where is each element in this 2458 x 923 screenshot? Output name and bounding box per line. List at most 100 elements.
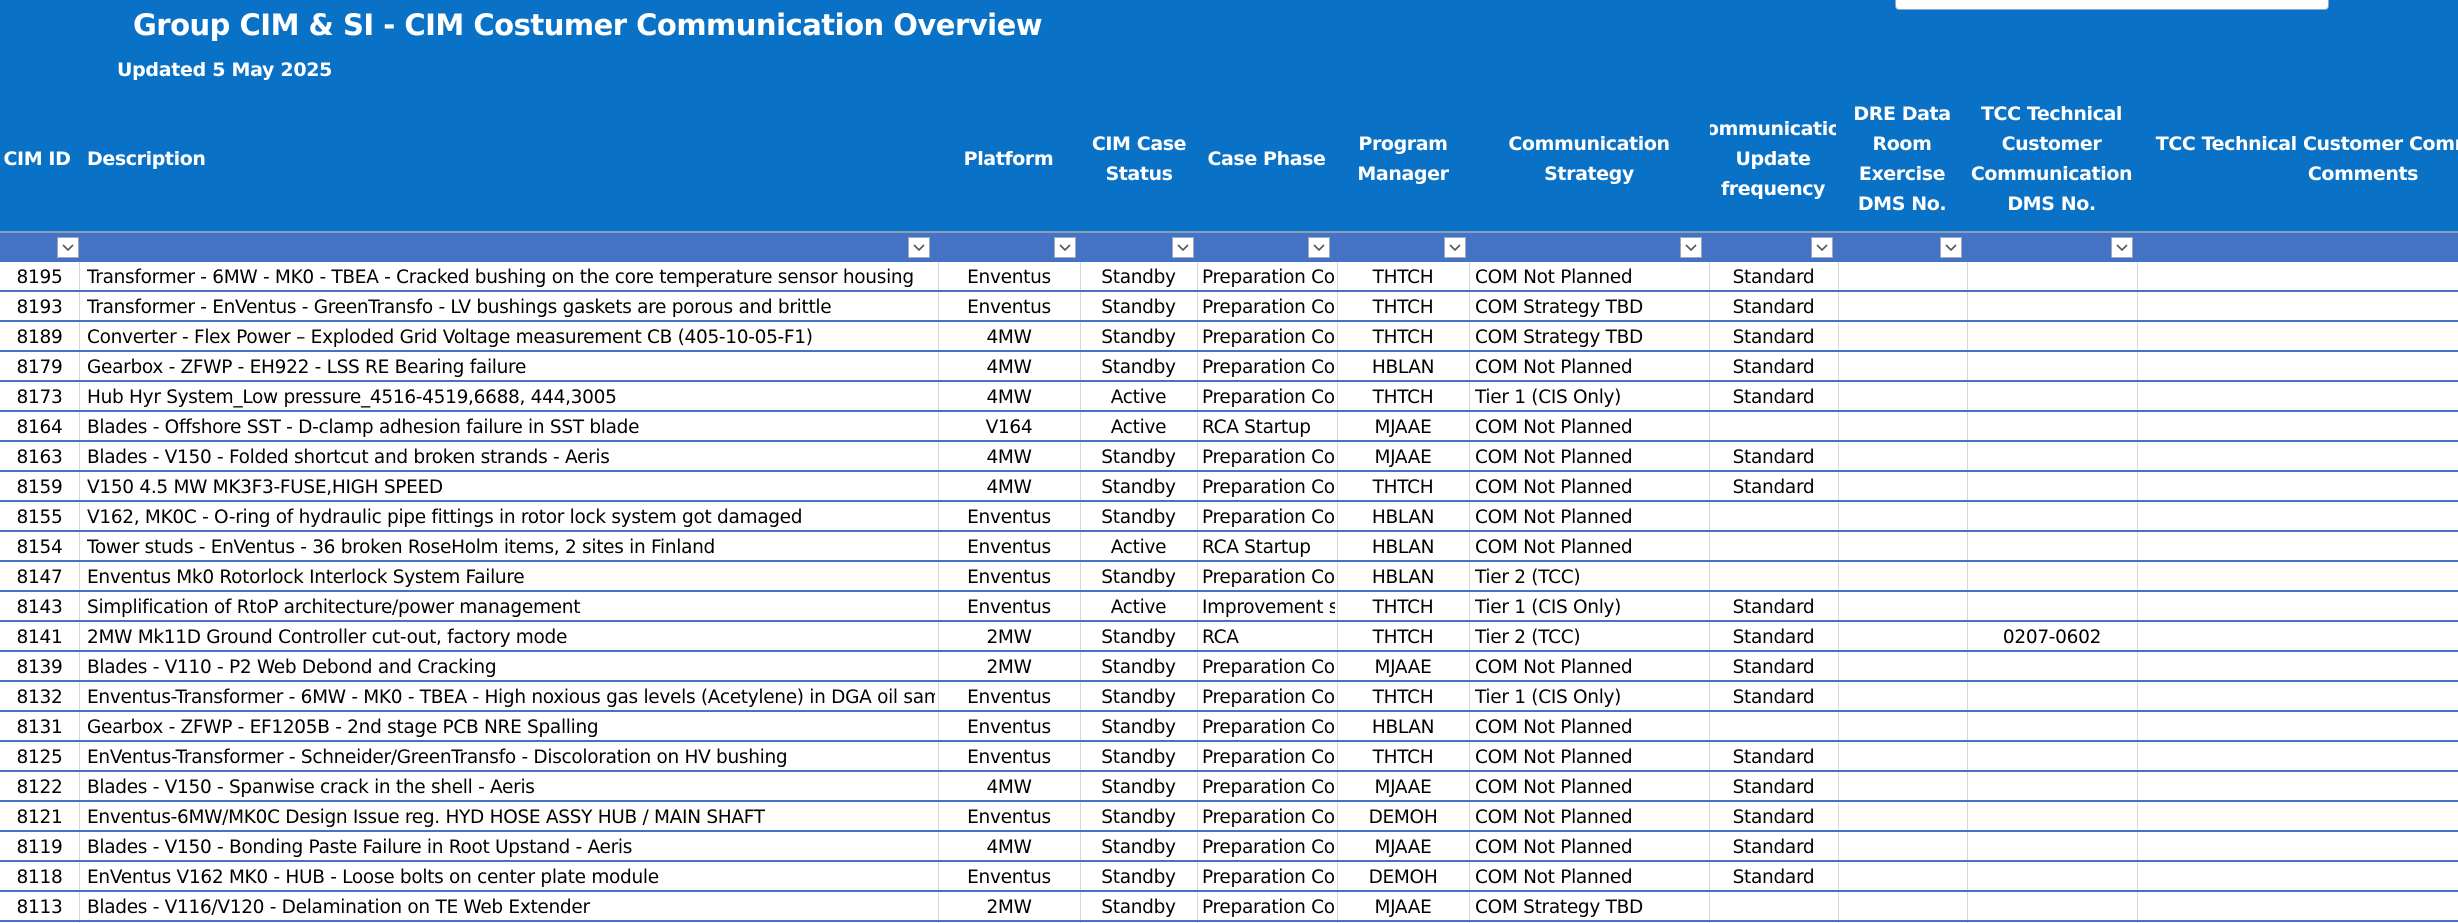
cell-status[interactable]: Standby <box>1081 472 1196 500</box>
filter-dropdown-program-manager[interactable] <box>1444 237 1466 258</box>
cell-case-phase[interactable]: Preparation Co <box>1202 382 1335 410</box>
cell-tcc-dms-no[interactable]: 0207-0602 <box>1968 622 2136 650</box>
cell-program-manager[interactable]: MJAAE <box>1338 892 1468 920</box>
cell-update-frequency[interactable] <box>1710 412 1837 440</box>
column-header-platform[interactable]: Platform <box>946 86 1071 231</box>
cell-tcc-dms-no[interactable] <box>1968 742 2136 770</box>
cell-case-phase[interactable]: Preparation Co <box>1202 832 1335 860</box>
cell-status[interactable]: Active <box>1081 382 1196 410</box>
cell-description[interactable]: Tower studs - EnVentus - 36 broken RoseH… <box>87 532 935 560</box>
cell-tcc-comments[interactable] <box>2140 652 2458 680</box>
table-row[interactable]: 8164 Blades - Offshore SST - D-clamp adhe… <box>0 412 2458 442</box>
cell-program-manager[interactable]: MJAAE <box>1338 772 1468 800</box>
cell-case-phase[interactable]: Preparation Co <box>1202 262 1335 290</box>
cell-tcc-dms-no[interactable] <box>1968 532 2136 560</box>
cell-program-manager[interactable]: DEMOH <box>1338 802 1468 830</box>
cell-update-frequency[interactable] <box>1710 712 1837 740</box>
cell-communication-strategy[interactable]: Tier 1 (CIS Only) <box>1475 382 1707 410</box>
column-header-case-phase[interactable]: Case Phase <box>1199 86 1334 231</box>
cell-tcc-dms-no[interactable] <box>1968 682 2136 710</box>
cell-platform[interactable]: Enventus <box>940 682 1078 710</box>
cell-status[interactable]: Standby <box>1081 772 1196 800</box>
cell-platform[interactable]: 2MW <box>940 622 1078 650</box>
cell-description[interactable]: Blades - V110 - P2 Web Debond and Cracki… <box>87 652 935 680</box>
cell-platform[interactable]: Enventus <box>940 532 1078 560</box>
cell-dre-dms-no[interactable] <box>1839 472 1966 500</box>
cell-platform[interactable]: 4MW <box>940 322 1078 350</box>
cell-tcc-dms-no[interactable] <box>1968 652 2136 680</box>
cell-dre-dms-no[interactable] <box>1839 442 1966 470</box>
cell-case-phase[interactable]: Preparation Co <box>1202 682 1335 710</box>
filter-dropdown-frequency[interactable] <box>1811 237 1833 258</box>
cell-program-manager[interactable]: HBLAN <box>1338 502 1468 530</box>
table-row[interactable]: 8163 Blades - V150 - Folded shortcut and … <box>0 442 2458 472</box>
cell-program-manager[interactable]: HBLAN <box>1338 562 1468 590</box>
cell-status[interactable]: Standby <box>1081 832 1196 860</box>
table-row[interactable]: 8125 EnVentus-Transformer - Schneider/Gre… <box>0 742 2458 772</box>
cell-tcc-comments[interactable] <box>2140 802 2458 830</box>
cell-update-frequency[interactable]: Standard <box>1710 802 1837 830</box>
cell-tcc-comments[interactable] <box>2140 412 2458 440</box>
cell-case-phase[interactable]: Preparation Co <box>1202 802 1335 830</box>
cell-case-phase[interactable]: RCA <box>1202 622 1335 650</box>
cell-update-frequency[interactable]: Standard <box>1710 592 1837 620</box>
cell-update-frequency[interactable]: Standard <box>1710 622 1837 650</box>
cell-description[interactable]: 2MW Mk11D Ground Controller cut-out, fac… <box>87 622 935 650</box>
cell-update-frequency[interactable]: Standard <box>1710 772 1837 800</box>
cell-description[interactable]: Enventus-Transformer - 6MW - MK0 - TBEA … <box>87 682 935 710</box>
table-row[interactable]: 8143 Simplification of RtoP architecture/… <box>0 592 2458 622</box>
cell-dre-dms-no[interactable] <box>1839 652 1966 680</box>
cell-update-frequency[interactable]: Standard <box>1710 382 1837 410</box>
cell-cim-id[interactable]: 8132 <box>0 682 79 710</box>
cell-dre-dms-no[interactable] <box>1839 862 1966 890</box>
cell-status[interactable]: Standby <box>1081 862 1196 890</box>
cell-dre-dms-no[interactable] <box>1839 412 1966 440</box>
cell-platform[interactable]: Enventus <box>940 592 1078 620</box>
cell-dre-dms-no[interactable] <box>1839 622 1966 650</box>
cell-case-phase[interactable]: Preparation Co <box>1202 352 1335 380</box>
table-row[interactable]: 8193 Transformer - EnVentus - GreenTransf… <box>0 292 2458 322</box>
column-header-program-manager[interactable]: Program Manager <box>1340 86 1466 231</box>
cell-dre-dms-no[interactable] <box>1839 382 1966 410</box>
cell-dre-dms-no[interactable] <box>1839 742 1966 770</box>
cell-tcc-comments[interactable] <box>2140 682 2458 710</box>
cell-program-manager[interactable]: MJAAE <box>1338 412 1468 440</box>
cell-case-phase[interactable]: Preparation Co <box>1202 712 1335 740</box>
cell-dre-dms-no[interactable] <box>1839 892 1966 920</box>
cell-platform[interactable]: 2MW <box>940 652 1078 680</box>
cell-tcc-comments[interactable] <box>2140 502 2458 530</box>
cell-cim-id[interactable]: 8193 <box>0 292 79 320</box>
cell-case-phase[interactable]: Preparation Co <box>1202 472 1335 500</box>
cell-status[interactable]: Standby <box>1081 262 1196 290</box>
cell-description[interactable]: Blades - Offshore SST - D-clamp adhesion… <box>87 412 935 440</box>
cell-description[interactable]: Transformer - EnVentus - GreenTransfo - … <box>87 292 935 320</box>
table-row[interactable]: 8122 Blades - V150 - Spanwise crack in th… <box>0 772 2458 802</box>
cell-status[interactable]: Active <box>1081 592 1196 620</box>
cell-description[interactable]: V150 4.5 MW MK3F3-FUSE,HIGH SPEED <box>87 472 935 500</box>
cell-update-frequency[interactable]: Standard <box>1710 322 1837 350</box>
cell-communication-strategy[interactable]: COM Not Planned <box>1475 832 1707 860</box>
cell-status[interactable]: Standby <box>1081 322 1196 350</box>
cell-program-manager[interactable]: HBLAN <box>1338 532 1468 560</box>
cell-tcc-dms-no[interactable] <box>1968 412 2136 440</box>
cell-description[interactable]: EnVentus V162 MK0 - HUB - Loose bolts on… <box>87 862 935 890</box>
cell-update-frequency[interactable]: Standard <box>1710 472 1837 500</box>
cell-tcc-comments[interactable] <box>2140 622 2458 650</box>
cell-tcc-comments[interactable] <box>2140 292 2458 320</box>
cell-status[interactable]: Active <box>1081 532 1196 560</box>
cell-communication-strategy[interactable]: Tier 1 (CIS Only) <box>1475 592 1707 620</box>
cell-dre-dms-no[interactable] <box>1839 352 1966 380</box>
cell-program-manager[interactable]: THTCH <box>1338 742 1468 770</box>
cell-cim-id[interactable]: 8154 <box>0 532 79 560</box>
cell-update-frequency[interactable] <box>1710 532 1837 560</box>
cell-cim-id[interactable]: 8121 <box>0 802 79 830</box>
cell-communication-strategy[interactable]: COM Not Planned <box>1475 742 1707 770</box>
cell-tcc-dms-no[interactable] <box>1968 562 2136 590</box>
cell-dre-dms-no[interactable] <box>1839 772 1966 800</box>
cell-update-frequency[interactable] <box>1710 562 1837 590</box>
filter-dropdown-phase[interactable] <box>1308 237 1330 258</box>
cell-program-manager[interactable]: THTCH <box>1338 292 1468 320</box>
cell-tcc-dms-no[interactable] <box>1968 862 2136 890</box>
cell-tcc-comments[interactable] <box>2140 742 2458 770</box>
cell-status[interactable]: Active <box>1081 412 1196 440</box>
